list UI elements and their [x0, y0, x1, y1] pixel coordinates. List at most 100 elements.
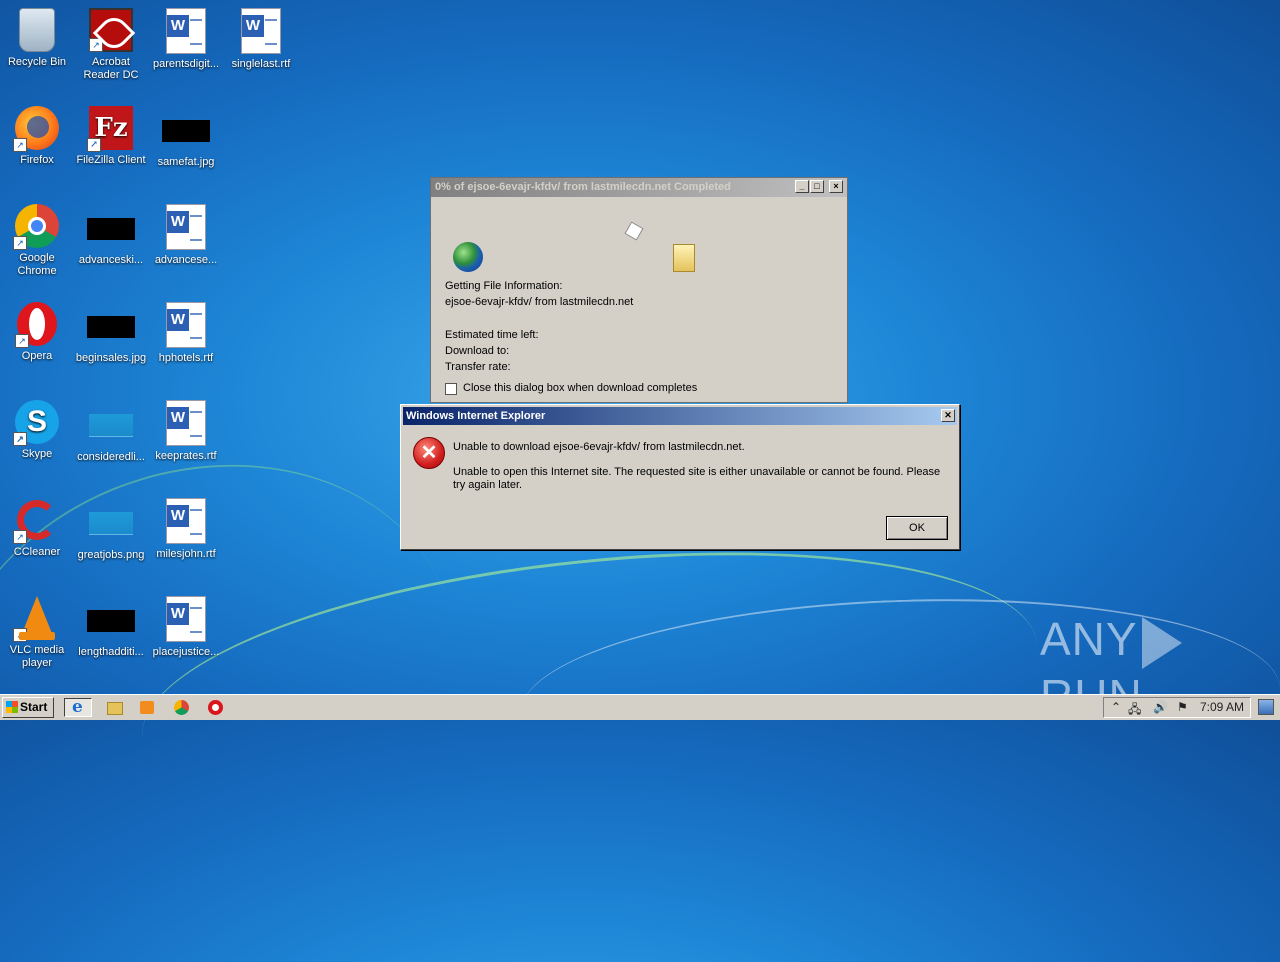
desktop-icon[interactable]: Wkeeprates.rtf [149, 400, 223, 463]
desktop-icon-label: Google Chrome [17, 252, 57, 277]
doc-lines [190, 19, 202, 45]
maximize-button[interactable]: □ [810, 180, 824, 193]
doc-lines [190, 215, 202, 241]
shortcut-arrow-icon: ↗ [13, 432, 27, 446]
desktop-icon[interactable]: Recycle Bin [0, 8, 74, 69]
download-dialog-titlebar[interactable]: 0% of ejsoe-6evajr-kfdv/ from lastmilecd… [431, 178, 847, 197]
ccleaner-icon: ↗ [13, 498, 59, 544]
desktop-icon[interactable]: ↗ CCleaner [0, 498, 74, 559]
desktop-icon[interactable]: ↗ VLC media player [0, 596, 74, 670]
close-when-complete-checkbox[interactable] [445, 383, 457, 395]
desktop-icon[interactable]: Wplacejustice... [149, 596, 223, 659]
desktop-icon[interactable]: Wadvancese... [149, 204, 223, 267]
word-letter: W [242, 15, 264, 37]
desktop-icon[interactable]: consideredli... [74, 400, 148, 464]
desktop-icon[interactable]: ↗ Google Chrome [0, 204, 74, 278]
minimize-button[interactable]: _ [795, 180, 809, 193]
close-when-complete-label[interactable]: Close this dialog box when download comp… [463, 382, 697, 394]
desktop-icon[interactable]: Whphotels.rtf [149, 302, 223, 365]
desktop-icon-label: CCleaner [13, 546, 61, 558]
show-desktop-button[interactable] [1258, 699, 1274, 715]
error-message-primary: Unable to download ejsoe-6evajr-kfdv/ fr… [453, 441, 745, 453]
word-letter: W [167, 309, 189, 331]
desktop-icon[interactable]: lengthadditi... [74, 596, 148, 659]
desktop-icon[interactable]: S ↗ Skype [0, 400, 74, 461]
clock[interactable]: 7:09 AM [1200, 700, 1244, 714]
desktop-icon[interactable]: ↗ Firefox [0, 106, 74, 167]
chrome-icon: ↗ [13, 204, 59, 250]
estimated-time-label: Estimated time left: [445, 329, 539, 341]
word-letter: W [167, 15, 189, 37]
desktop-icon[interactable]: Wparentsdigit... [149, 8, 223, 71]
flying-document-icon [624, 221, 644, 241]
desktop-icon[interactable]: Fz ↗ FileZilla Client [74, 106, 148, 167]
folder-icon [673, 244, 695, 272]
internet-explorer-icon[interactable] [64, 697, 92, 717]
desktop-icon-label: milesjohn.rtf [156, 548, 216, 560]
desktop-icon-label: consideredli... [77, 451, 145, 463]
desktop-icon-label: Recycle Bin [7, 56, 67, 68]
word-doc-icon: W [166, 8, 206, 54]
desktop-icon-label: lengthadditi... [78, 646, 144, 658]
word-doc-icon: W [166, 498, 206, 544]
close-button[interactable]: × [829, 180, 843, 193]
desktop-icon-label: Firefox [20, 154, 54, 166]
windows-logo-icon [6, 701, 18, 713]
desktop-icon-label: FileZilla Client [76, 154, 146, 166]
system-tray: ⌃ 🖧 🔊 ⚑ 7:09 AM [1103, 697, 1251, 718]
shortcut-arrow-icon: ↗ [13, 236, 27, 250]
tray-expand-icon[interactable]: ⌃ [1111, 700, 1121, 714]
download-status: Getting File Information: [445, 280, 563, 292]
desktop-icon-label: singlelast.rtf [231, 58, 291, 70]
desktop-icon-label: keeprates.rtf [155, 450, 217, 462]
word-doc-icon: W [166, 400, 206, 446]
doc-lines [190, 313, 202, 339]
explorer-folder-icon[interactable] [104, 698, 124, 717]
shortcut-arrow-icon: ↗ [15, 334, 29, 348]
desktop-icon[interactable]: ↗ Acrobat Reader DC [74, 8, 148, 82]
desktop-icon[interactable]: Wsinglelast.rtf [224, 8, 298, 71]
desktop-icon-label: beginsales.jpg [75, 352, 147, 364]
shortcut-arrow-icon: ↗ [13, 530, 27, 544]
desktop-icon-label: Skype [21, 448, 53, 460]
action-center-flag-icon[interactable]: ⚑ [1177, 700, 1188, 714]
image-thumbnail-icon [89, 414, 133, 437]
opera-taskbar-icon[interactable] [205, 698, 225, 717]
download-progress-dialog: 0% of ejsoe-6evajr-kfdv/ from lastmilecd… [430, 177, 848, 403]
wallpaper-swoosh [128, 513, 1052, 870]
desktop-icon[interactable]: advanceski... [74, 204, 148, 267]
download-to-label: Download to: [445, 345, 510, 357]
desktop-icon[interactable]: samefat.jpg [149, 106, 223, 169]
opera-icon: ↗ [15, 302, 57, 348]
media-player-icon[interactable] [137, 698, 157, 717]
desktop-icon[interactable]: ↗ Opera [0, 302, 74, 363]
desktop-icon-label: advanceski... [78, 254, 144, 266]
error-dialog-titlebar[interactable]: Windows Internet Explorer ✕ [403, 407, 957, 425]
ok-button[interactable]: OK [886, 516, 948, 540]
download-dialog-title: 0% of ejsoe-6evajr-kfdv/ from lastmilecd… [435, 181, 731, 193]
error-close-button[interactable]: ✕ [941, 409, 955, 422]
desktop-icon[interactable]: beginsales.jpg [74, 302, 148, 365]
desktop-icon[interactable]: Wmilesjohn.rtf [149, 498, 223, 561]
desktop-icon[interactable]: greatjobs.png [74, 498, 148, 562]
word-letter: W [167, 603, 189, 625]
image-thumbnail-icon [162, 120, 210, 142]
start-button[interactable]: Start [2, 697, 54, 718]
taskbar: Start ⌃ 🖧 🔊 ⚑ 7:09 AM [0, 694, 1280, 720]
doc-lines [265, 19, 277, 45]
play-logo-icon [1141, 616, 1182, 669]
word-doc-icon: W [241, 8, 281, 54]
error-message-detail: Unable to open this Internet site. The r… [453, 466, 941, 491]
desktop-icon-label: samefat.jpg [157, 156, 215, 168]
word-doc-icon: W [166, 302, 206, 348]
network-icon[interactable]: 🖧 [1128, 700, 1141, 721]
word-doc-icon: W [166, 204, 206, 250]
chrome-taskbar-icon[interactable] [171, 698, 191, 717]
shortcut-arrow-icon: ↗ [89, 38, 103, 52]
desktop-icon-label: hphotels.rtf [158, 352, 214, 364]
volume-icon[interactable]: 🔊 [1153, 700, 1168, 714]
acrobat-icon: ↗ [89, 8, 133, 52]
shortcut-arrow-icon: ↗ [13, 138, 27, 152]
shortcut-arrow-icon: ↗ [87, 138, 101, 152]
desktop-icon-label: placejustice... [152, 646, 220, 658]
